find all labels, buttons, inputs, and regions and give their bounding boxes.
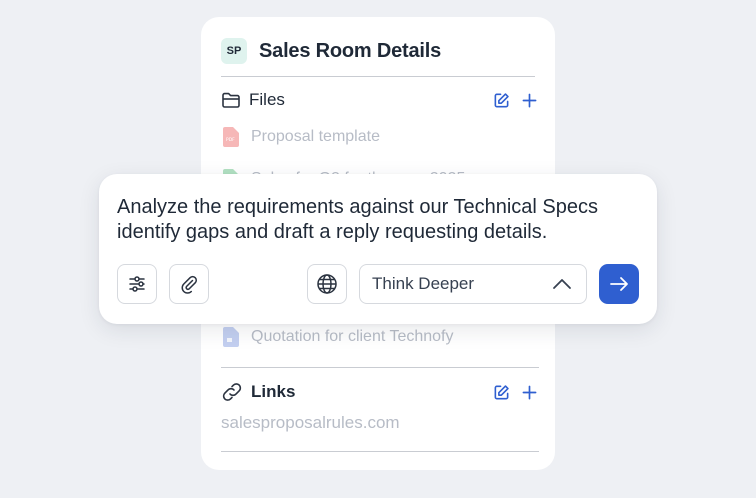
file-item[interactable]: PDF Proposal template <box>223 127 380 147</box>
folder-icon <box>221 90 241 110</box>
links-section-header: Links <box>221 381 295 403</box>
mode-select[interactable]: Think Deeper <box>359 264 587 304</box>
arrow-right-icon <box>609 276 629 292</box>
edit-links-icon[interactable] <box>493 384 510 401</box>
svg-text:PDF: PDF <box>226 137 235 143</box>
avatar: SP <box>221 38 247 64</box>
link-item[interactable]: salesproposalrules.com <box>221 413 400 433</box>
add-file-icon[interactable] <box>522 93 537 108</box>
sliders-icon <box>127 274 147 294</box>
paperclip-icon <box>179 274 199 294</box>
card-header: SP Sales Room Details <box>221 38 441 64</box>
files-actions <box>493 92 537 109</box>
settings-button[interactable] <box>117 264 157 304</box>
document-file-icon <box>223 327 239 347</box>
file-name: Proposal template <box>251 128 380 145</box>
files-divider <box>221 367 539 368</box>
prompt-input[interactable]: Analyze the requirements against our Tec… <box>117 195 637 245</box>
files-label: Files <box>249 90 285 109</box>
files-section-header: Files <box>221 90 285 110</box>
header-divider <box>221 76 535 77</box>
edit-files-icon[interactable] <box>493 92 510 109</box>
links-label: Links <box>251 382 296 401</box>
file-name: Quotation for client Technofy <box>251 328 454 345</box>
links-divider <box>221 451 539 452</box>
attach-button[interactable] <box>169 264 209 304</box>
mode-select-value: Think Deeper <box>372 274 475 293</box>
prompt-composer: Analyze the requirements against our Tec… <box>99 174 657 324</box>
card-title: Sales Room Details <box>259 39 442 62</box>
pdf-file-icon: PDF <box>223 127 239 147</box>
globe-icon <box>316 273 338 295</box>
web-search-button[interactable] <box>307 264 347 304</box>
link-icon <box>221 381 243 403</box>
send-button[interactable] <box>599 264 639 304</box>
links-actions <box>493 384 537 401</box>
chevron-up-icon <box>552 278 572 290</box>
file-item[interactable]: Quotation for client Technofy <box>223 327 454 347</box>
add-link-icon[interactable] <box>522 385 537 400</box>
